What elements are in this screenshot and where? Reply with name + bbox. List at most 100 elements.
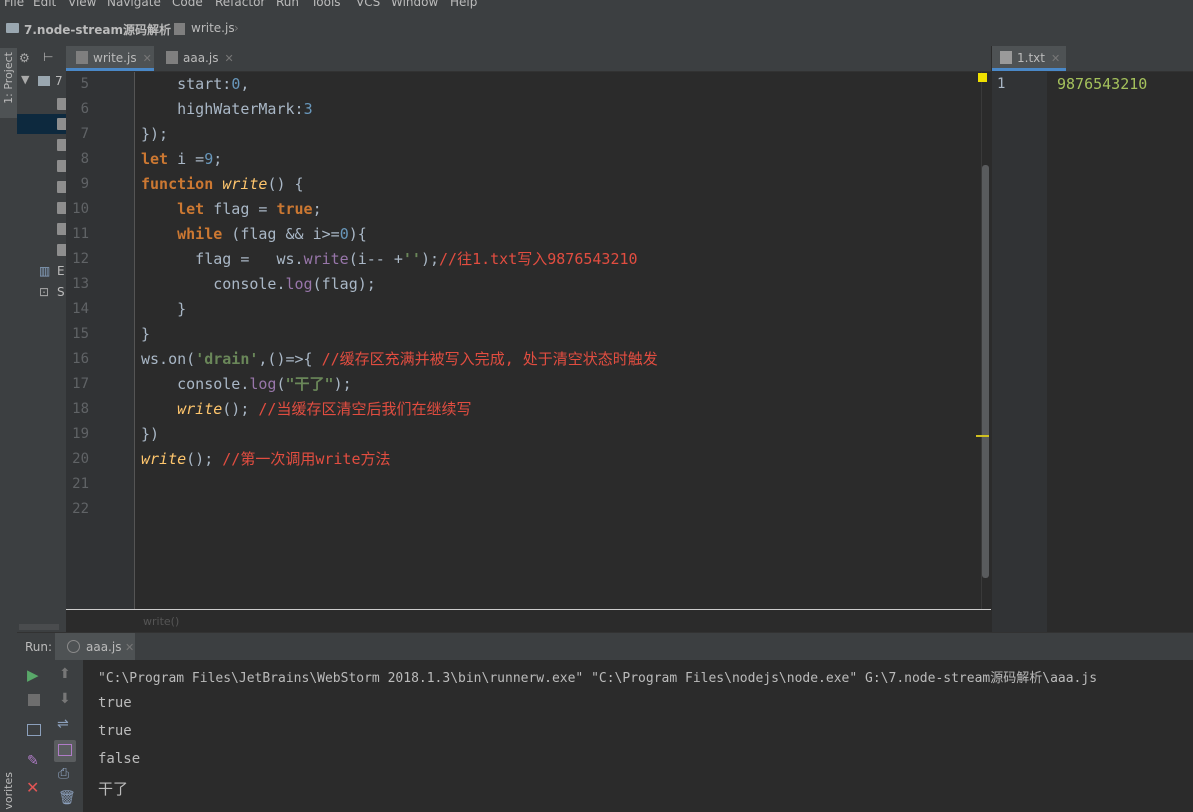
code-line[interactable]: console.log("干了"); — [141, 372, 352, 397]
tree-item[interactable] — [17, 156, 66, 176]
code-line[interactable]: function write() { — [141, 172, 304, 197]
code-line[interactable]: write(); //第一次调用write方法 — [141, 447, 391, 472]
console-output-line: false — [98, 751, 141, 767]
print-icon[interactable]: ⎙ — [58, 766, 69, 782]
tree-item-selected[interactable] — [17, 114, 66, 134]
code-line[interactable]: flag = ws.write(i-- +'');//往1.txt写入98765… — [141, 247, 637, 272]
tab-label: write.js — [93, 51, 137, 65]
line-number: 9 — [80, 176, 89, 192]
code-line[interactable]: console.log(flag); — [141, 272, 376, 297]
code-line[interactable]: let i =9; — [141, 147, 222, 172]
close-icon[interactable]: ✕ — [143, 52, 152, 65]
function-breadcrumb[interactable]: write() — [143, 615, 179, 628]
menu-refactor[interactable]: Refactor — [215, 0, 265, 9]
tab-label: aaa.js — [183, 51, 219, 65]
code-line[interactable]: start:0, — [141, 72, 249, 97]
editor-scrollbar-thumb[interactable] — [982, 165, 989, 578]
line-number: 17 — [72, 376, 89, 392]
console-command: "C:\Program Files\JetBrains\WebStorm 201… — [98, 671, 1098, 686]
tree-item-label: E — [57, 264, 65, 278]
breadcrumb-project[interactable]: 7.node-stream源码解析 — [24, 21, 171, 38]
warning-marker-icon[interactable] — [978, 73, 987, 82]
collapse-icon[interactable]: ⊢ — [43, 50, 53, 64]
code-line[interactable]: } — [141, 297, 186, 322]
tab-write-js[interactable]: write.js ✕ — [66, 46, 154, 71]
code-line[interactable]: }) — [141, 422, 159, 447]
menu-window[interactable]: Window — [391, 0, 438, 9]
chevron-down-icon: ▼ — [21, 73, 30, 86]
run-console[interactable]: "C:\Program Files\JetBrains\WebStorm 201… — [83, 660, 1193, 812]
line-number: 13 — [72, 276, 89, 292]
stop-icon[interactable] — [28, 694, 40, 706]
tab-1-txt[interactable]: 1.txt ✕ — [992, 46, 1066, 71]
close-icon[interactable]: ✕ — [1051, 52, 1060, 65]
trash-icon[interactable]: 🗑 — [58, 790, 76, 806]
code-line[interactable]: } — [141, 322, 150, 347]
favorites-tool-tab[interactable]: vorites — [0, 770, 17, 812]
restore-layout-icon[interactable] — [27, 724, 41, 736]
soft-wrap-icon[interactable]: ⇌ — [57, 716, 69, 732]
folder-icon — [38, 76, 50, 86]
menu-bar: File Edit View Navigate Code Refactor Ru… — [0, 0, 1193, 10]
tree-item[interactable] — [17, 219, 66, 239]
run-panel-header: Run: aaa.js ✕ — [17, 632, 1193, 661]
tree-item[interactable] — [17, 135, 66, 155]
line-number: 21 — [72, 476, 89, 492]
menu-code[interactable]: Code — [172, 0, 203, 9]
js-file-icon — [174, 23, 185, 35]
navigation-bar: 7.node-stream源码解析 › write.js › — [0, 10, 1193, 47]
menu-edit[interactable]: Edit — [33, 0, 56, 9]
code-editor[interactable]: start:0, highWaterMark:3 }); let i =9; f… — [135, 72, 981, 609]
line-number: 10 — [72, 201, 89, 217]
project-tab-label: 1: Project — [2, 52, 15, 104]
gear-icon[interactable]: ⚙ — [19, 51, 30, 65]
code-line[interactable]: write(); //当缓存区清空后我们在继续写 — [141, 397, 471, 422]
right-line-gutter: 1 — [991, 72, 1048, 632]
menu-file[interactable]: File — [4, 0, 24, 9]
tree-item[interactable] — [17, 177, 66, 197]
line-number: 15 — [72, 326, 89, 342]
arrow-down-icon[interactable]: ⬇ — [59, 691, 71, 707]
tree-item[interactable] — [17, 94, 66, 114]
run-tab-aaa-js[interactable]: aaa.js ✕ — [55, 633, 135, 661]
external-libraries-item[interactable]: ▥ E — [17, 261, 66, 281]
code-line[interactable]: ws.on('drain',()=>{ //缓存区充满并被写入完成, 处于清空状… — [141, 347, 658, 372]
tree-item[interactable] — [17, 198, 66, 218]
project-panel: ⚙ ⊢ ▼ 7 ▥ E ⊡ S — [17, 46, 67, 632]
menu-help[interactable]: Help — [450, 0, 477, 9]
editor-tabs: write.js ✕ aaa.js ✕ — [66, 46, 991, 72]
run-label: Run: — [25, 640, 53, 654]
code-line[interactable]: let flag = true; — [141, 197, 322, 222]
console-output-line: true — [98, 695, 132, 711]
text-file-content[interactable]: 9876543210 — [1047, 72, 1193, 632]
code-line[interactable]: while (flag && i>=0){ — [141, 222, 367, 247]
scratches-item[interactable]: ⊡ S — [17, 282, 66, 302]
rerun-icon[interactable]: ▶ — [27, 666, 39, 684]
tab-aaa-js[interactable]: aaa.js ✕ — [162, 46, 246, 71]
arrow-up-icon[interactable]: ⬆ — [59, 666, 71, 682]
scroll-to-end-button[interactable] — [54, 740, 76, 762]
js-file-icon — [76, 51, 88, 64]
breadcrumb-file[interactable]: write.js — [191, 21, 235, 35]
nodejs-icon — [67, 640, 80, 653]
line-number: 20 — [72, 451, 89, 467]
tree-root[interactable]: ▼ 7 — [17, 72, 66, 92]
run-toolbar: ▶ ⬆ ⬇ ⇌ ✎ ⎙ ✕ 🗑 — [17, 660, 83, 812]
menu-navigate[interactable]: Navigate — [107, 0, 161, 9]
close-icon[interactable]: ✕ — [125, 641, 134, 654]
close-icon[interactable]: ✕ — [224, 52, 233, 65]
menu-view[interactable]: View — [68, 0, 96, 9]
menu-run[interactable]: Run — [276, 0, 299, 9]
project-tool-tab[interactable]: 1: Project — [0, 48, 17, 118]
menu-vcs[interactable]: VCS — [356, 0, 380, 9]
code-line[interactable]: }); — [141, 122, 168, 147]
error-stripe-marker[interactable] — [976, 435, 989, 437]
line-number: 8 — [80, 151, 89, 167]
library-icon: ▥ — [39, 264, 51, 278]
tree-item[interactable] — [17, 240, 66, 260]
pin-icon[interactable]: ✎ — [27, 753, 39, 769]
horizontal-scrollbar[interactable] — [19, 624, 59, 630]
menu-tools[interactable]: Tools — [311, 0, 341, 9]
close-icon[interactable]: ✕ — [26, 778, 39, 797]
code-line[interactable]: highWaterMark:3 — [141, 97, 312, 122]
